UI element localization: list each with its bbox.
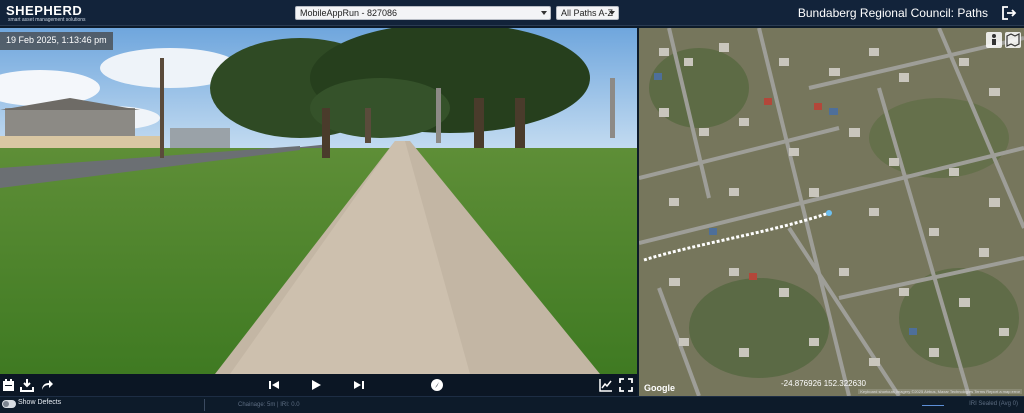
iri-legend: IRI Sealed (Avg 0) bbox=[969, 401, 1018, 407]
google-logo: Google bbox=[644, 383, 675, 393]
chainage-readout: Chainage: 5m | IRI: 0.0 bbox=[238, 402, 300, 408]
map-attribution[interactable]: Keyboard shortcuts Imagery ©2025 Airbus,… bbox=[858, 389, 1022, 394]
calendar-icon[interactable] bbox=[2, 378, 16, 392]
chevron-down-icon bbox=[541, 11, 547, 15]
logout-icon[interactable] bbox=[1000, 4, 1018, 22]
map-panel[interactable]: Google -24.876926 152.322630 Keyboard sh… bbox=[639, 28, 1024, 396]
skip-forward-icon[interactable] bbox=[352, 378, 366, 392]
skip-back-icon[interactable] bbox=[267, 378, 281, 392]
compass-icon[interactable] bbox=[430, 378, 444, 392]
satellite-map bbox=[639, 28, 1024, 396]
play-icon[interactable] bbox=[309, 378, 323, 392]
paths-select-value: All Paths A-Z bbox=[561, 8, 614, 18]
show-defects-label: Show Defects bbox=[18, 399, 62, 406]
video-controls bbox=[0, 374, 637, 396]
iri-legend-line bbox=[922, 405, 944, 406]
shepherd-logo[interactable]: SHEPHERD smart asset management solution… bbox=[6, 3, 126, 23]
run-select-value: MobileAppRun - 827086 bbox=[300, 8, 398, 18]
paths-select[interactable]: All Paths A-Z bbox=[556, 6, 619, 20]
map-coordinates: -24.876926 152.322630 bbox=[781, 379, 866, 388]
status-divider bbox=[204, 399, 205, 411]
street-view-icon[interactable] bbox=[986, 32, 1002, 48]
download-icon[interactable] bbox=[20, 378, 34, 392]
chart-icon[interactable] bbox=[599, 378, 613, 392]
run-select[interactable]: MobileAppRun - 827086 bbox=[295, 6, 551, 20]
fullscreen-icon[interactable] bbox=[619, 378, 633, 392]
logo-text: SHEPHERD bbox=[6, 3, 83, 18]
chevron-down-icon bbox=[609, 11, 615, 15]
video-timestamp: 19 Feb 2025, 1:13:46 pm bbox=[0, 32, 113, 50]
map-layers-icon[interactable] bbox=[1005, 32, 1021, 48]
page-title: Bundaberg Regional Council: Paths bbox=[797, 6, 988, 20]
street-view-image bbox=[0, 28, 637, 374]
video-frame[interactable]: 19 Feb 2025, 1:13:46 pm bbox=[0, 28, 637, 374]
show-defects-toggle[interactable] bbox=[2, 400, 16, 408]
top-bar: SHEPHERD smart asset management solution… bbox=[0, 0, 1024, 26]
status-bar: Show Defects Chainage: 5m | IRI: 0.0 IRI… bbox=[0, 396, 1024, 413]
share-icon[interactable] bbox=[40, 378, 54, 392]
logo-tagline: smart asset management solutions bbox=[8, 17, 86, 23]
